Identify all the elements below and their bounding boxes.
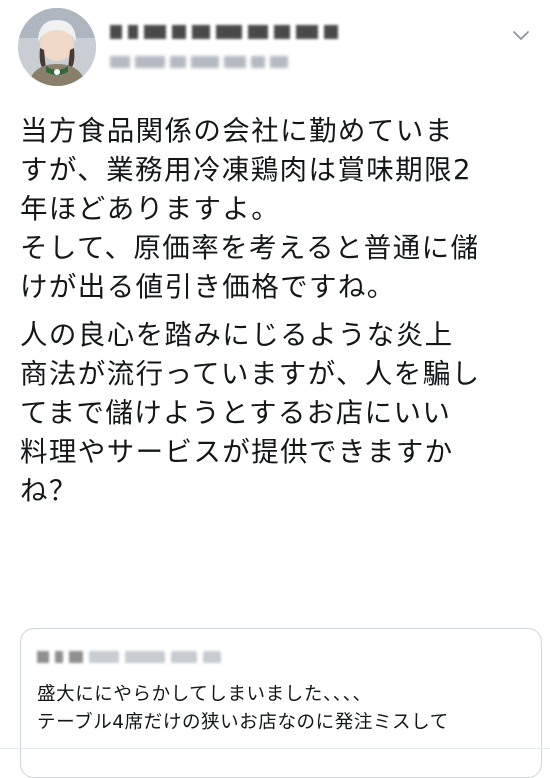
tweet-line: すが、業務用冷凍鶏肉は賞味期限2 (20, 154, 472, 186)
redacted-block (55, 651, 63, 663)
redacted-block (125, 651, 165, 663)
redacted-block (224, 56, 246, 68)
redacted-block (216, 25, 242, 39)
author-handle[interactable] (110, 52, 320, 72)
quoted-tweet-line: 盛大ににやらかしてしまいました、、、、 (37, 684, 372, 705)
tweet-text: 当方食品関係の会社に勤めていま すが、業務用冷凍鶏肉は賞味期限2 年ほどあります… (20, 112, 535, 520)
redacted-block (144, 25, 166, 39)
tweet-line: 料理やサービスが提供できますか (20, 436, 454, 468)
tweet-paragraph: 当方食品関係の会社に勤めていま すが、業務用冷凍鶏肉は賞味期限2 年ほどあります… (20, 112, 535, 307)
tweet-line: ね？ (20, 475, 78, 507)
tweet-line: そして、原価率を考えると普通に儲 (20, 232, 480, 264)
tweet: 当方食品関係の会社に勤めていま すが、業務用冷凍鶏肉は賞味期限2 年ほどあります… (0, 0, 550, 778)
tweet-line: てまで儲けようとするお店にいい (20, 397, 452, 429)
tweet-line: 人の良心を踏みにじるような炎上 (20, 319, 454, 351)
quoted-tweet-text: 盛大ににやらかしてしまいました、、、、 テーブル4席だけの狭いお店なのに発注ミス… (37, 681, 532, 737)
redacted-block (69, 651, 83, 663)
chevron-down-icon[interactable] (512, 26, 530, 44)
redacted-block (248, 25, 268, 39)
tweet-paragraph: 人の良心を踏みにじるような炎上 商法が流行っていますが、人を騙し てまで儲けよう… (20, 316, 535, 511)
redacted-block (128, 25, 138, 39)
tweet-line: けが出る値引き価格ですね。 (20, 271, 396, 303)
redacted-block (172, 25, 186, 39)
redacted-block (324, 25, 338, 39)
quoted-tweet-card[interactable]: 盛大ににやらかしてしまいました、、、、 テーブル4席だけの狭いお店なのに発注ミス… (20, 628, 542, 778)
tweet-line: 当方食品関係の会社に勤めていま (20, 115, 454, 147)
tweet-header (18, 8, 538, 88)
avatar[interactable] (18, 8, 96, 86)
redacted-block (110, 25, 122, 39)
quoted-tweet-line: テーブル4席だけの狭いお店なのに発注ミスして (37, 712, 449, 733)
redacted-block (171, 651, 197, 663)
redacted-block (110, 56, 130, 68)
divider (0, 748, 550, 749)
redacted-block (191, 56, 219, 68)
author-name[interactable] (110, 22, 360, 42)
redacted-block (89, 651, 119, 663)
redacted-block (37, 651, 49, 663)
redacted-block (192, 25, 210, 39)
redacted-block (251, 56, 265, 68)
quoted-tweet-author (37, 647, 221, 667)
redacted-block (170, 56, 186, 68)
tweet-line: 商法が流行っていますが、人を騙し (20, 358, 481, 390)
redacted-block (203, 651, 221, 663)
redacted-block (296, 25, 318, 39)
tweet-line: 年ほどありますよ。 (20, 193, 281, 225)
redacted-block (135, 56, 165, 68)
avatar-image (18, 8, 96, 86)
redacted-block (270, 56, 288, 68)
redacted-block (274, 25, 290, 39)
